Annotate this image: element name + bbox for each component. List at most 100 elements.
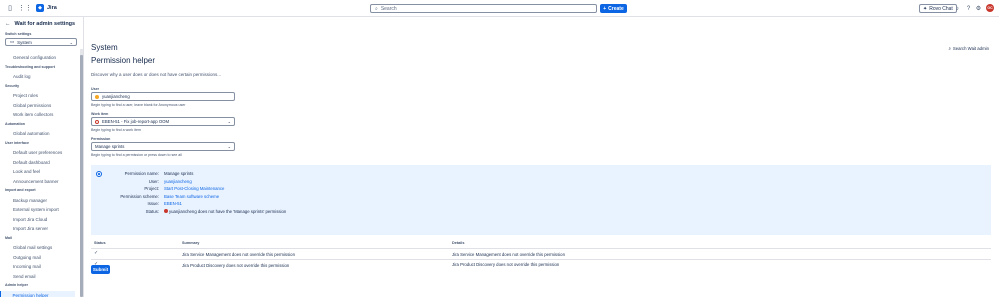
result-scheme-label: Permission scheme: xyxy=(120,193,159,199)
rovo-label: Rovo Chat xyxy=(929,5,953,12)
app-name[interactable]: Jira xyxy=(47,5,57,11)
permission-select-value: Manage sprints xyxy=(95,144,125,149)
sidebar-item-work-item-collectors[interactable]: Work item collectors xyxy=(0,110,80,120)
notifications-bell-icon[interactable]: ♪ xyxy=(954,5,961,12)
check-icon: ✓ xyxy=(94,250,99,256)
sidebar-group-heading: Security xyxy=(5,83,20,88)
result-user-link[interactable]: yuanjiancheng xyxy=(164,179,192,184)
permission-field-label: Permission xyxy=(91,137,111,141)
workitem-field[interactable]: EBEN-51 - Fix job-report-app OOM ⌄ xyxy=(91,117,235,126)
rovo-icon: ✦ xyxy=(923,5,928,12)
permission-result-panel: Permission name: Manage sprints User: yu… xyxy=(91,165,991,235)
user-field-help: Begin typing to find a user, leave blank… xyxy=(91,103,186,107)
search-input[interactable]: ⌕ Search xyxy=(370,4,597,13)
chevron-down-icon: ⌄ xyxy=(69,39,73,45)
chevron-down-icon: ⌄ xyxy=(227,144,231,149)
table-header-status: Status xyxy=(94,241,106,245)
sidebar-item-project-roles[interactable]: Project roles xyxy=(0,91,80,101)
info-icon xyxy=(96,171,102,177)
user-field[interactable]: yuanjiancheng xyxy=(91,92,235,101)
user-field-label: User xyxy=(91,87,99,91)
permission-field-help: Begin typing to find a permission or pre… xyxy=(91,153,182,157)
search-icon: ⌕ xyxy=(375,5,378,12)
search-wait-admin-link[interactable]: ⌕ Search Wait admin xyxy=(948,46,989,51)
sidebar-item-external-system-import[interactable]: External system import xyxy=(0,205,80,215)
result-status-text: yuanjiancheng does not have the 'Manage … xyxy=(169,208,287,214)
result-status: yuanjiancheng does not have the 'Manage … xyxy=(164,209,286,214)
sidebar-item-permission-helper[interactable]: Permission helper xyxy=(0,290,75,297)
user-field-value: yuanjiancheng xyxy=(102,94,130,99)
workitem-field-label: Work item xyxy=(91,112,109,116)
sidebar-scrollbar-thumb[interactable] xyxy=(80,55,83,297)
sidebar-item-import-jira-cloud[interactable]: Import Jira Cloud xyxy=(0,215,80,225)
error-icon xyxy=(164,209,168,213)
sidebar-item-global-mail-settings[interactable]: Global mail settings xyxy=(0,243,80,253)
switch-settings-value: System xyxy=(17,39,32,45)
sidebar-item-default-dashboard[interactable]: Default dashboard xyxy=(0,158,80,168)
switch-settings-select[interactable]: ▭ System ⌄ xyxy=(5,38,77,46)
sidebar-item-global-permissions[interactable]: Global permissions xyxy=(0,101,80,111)
rovo-chat-button[interactable]: ✦ Rovo Chat xyxy=(919,4,957,13)
sidebar-item-incoming-mail[interactable]: Incoming mail xyxy=(0,262,80,272)
permission-select[interactable]: Manage sprints ⌄ xyxy=(91,142,235,151)
main-content: System ⌕ Search Wait admin Permission he… xyxy=(84,17,999,297)
sidebar-item-audit-log[interactable]: Audit log xyxy=(0,72,80,82)
admin-sidebar: ← Wait for admin settings Switch setting… xyxy=(0,17,84,297)
search-placeholder: Search xyxy=(380,5,397,12)
permission-name-value: Manage sprints xyxy=(164,171,194,176)
table-row-summary: Jira Service Management does not overrid… xyxy=(182,252,295,257)
sidebar-group-heading: Mail xyxy=(5,235,12,240)
sidebar-group-heading: User interface xyxy=(5,140,29,145)
result-project-label: Project: xyxy=(144,186,159,191)
plus-icon: + xyxy=(603,5,607,12)
sidebar-item-default-user-preferences[interactable]: Default user preferences xyxy=(0,148,80,158)
table-header-details: Details xyxy=(452,241,465,245)
sidebar-item-import-jira-server[interactable]: Import Jira server xyxy=(0,224,80,234)
result-user-label: User: xyxy=(148,178,159,184)
search-icon: ⌕ xyxy=(948,46,951,51)
workitem-field-help: Begin typing to find a work item xyxy=(91,128,141,132)
sidebar-toggle-icon[interactable]: ▯ xyxy=(5,3,15,13)
app-switcher-icon[interactable]: ⋮⋮ xyxy=(18,3,32,13)
sidebar-group-heading: Import and export xyxy=(5,188,36,192)
sidebar-item-general-configuration[interactable]: General configuration xyxy=(0,53,80,63)
switch-settings-label: Switch settings xyxy=(5,32,32,36)
sidebar-item-send-email[interactable]: Send email xyxy=(0,272,80,282)
page-title: Permission helper xyxy=(91,56,156,65)
table-row-details: Jira Product Discovery does not override… xyxy=(452,262,560,267)
jira-logo-icon[interactable]: ◆ xyxy=(36,4,44,12)
help-icon[interactable]: ? xyxy=(965,5,972,12)
result-project-link[interactable]: Start Post-Closing Maintenance xyxy=(164,186,224,191)
workitem-field-value: EBEN-51 - Fix job-report-app OOM xyxy=(102,119,170,124)
table-divider xyxy=(91,248,991,249)
sidebar-group-heading: Admin helper xyxy=(5,283,28,287)
user-avatar-icon xyxy=(95,94,99,99)
create-button[interactable]: + Create xyxy=(600,4,627,13)
table-header-summary: Summary xyxy=(182,241,200,245)
sidebar-item-outgoing-mail[interactable]: Outgoing mail xyxy=(0,253,80,263)
table-row-summary: Jira Product Discovery does not override… xyxy=(182,263,290,268)
back-label: Wait for admin settings xyxy=(14,20,76,27)
result-issue-link[interactable]: EBEN-51 xyxy=(164,201,182,206)
chevron-down-icon: ⌄ xyxy=(227,119,231,124)
back-to-admin-link[interactable]: ← Wait for admin settings xyxy=(0,18,83,29)
sidebar-item-announcement-banner[interactable]: Announcement banner xyxy=(0,177,80,187)
result-issue-label: Issue: xyxy=(147,201,159,206)
settings-gear-icon[interactable]: ⚙ xyxy=(975,5,982,12)
sidebar-nav-list: General configuration Troubleshooting and… xyxy=(0,53,80,297)
table-divider xyxy=(91,259,991,260)
arrow-left-icon: ← xyxy=(5,20,11,27)
submit-button[interactable]: Submit xyxy=(91,265,110,274)
profile-avatar[interactable]: GC xyxy=(986,4,994,12)
monitor-icon: ▭ xyxy=(10,39,15,44)
page-description: Discover why a user does or does not hav… xyxy=(91,72,222,77)
sidebar-item-global-automation[interactable]: Global automation xyxy=(0,129,80,139)
sidebar-item-backup-manager[interactable]: Backup manager xyxy=(0,196,80,206)
search-wait-admin-label: Search Wait admin xyxy=(952,46,989,51)
permission-name-label: Permission name: xyxy=(124,171,159,176)
bug-icon xyxy=(95,119,99,124)
sidebar-item-look-and-feel[interactable]: Look and feel xyxy=(0,167,80,177)
result-status-label: Status: xyxy=(145,208,159,214)
sidebar-group-heading: Troubleshooting and support xyxy=(5,64,55,69)
result-scheme-link[interactable]: Base Team software scheme xyxy=(164,194,219,199)
